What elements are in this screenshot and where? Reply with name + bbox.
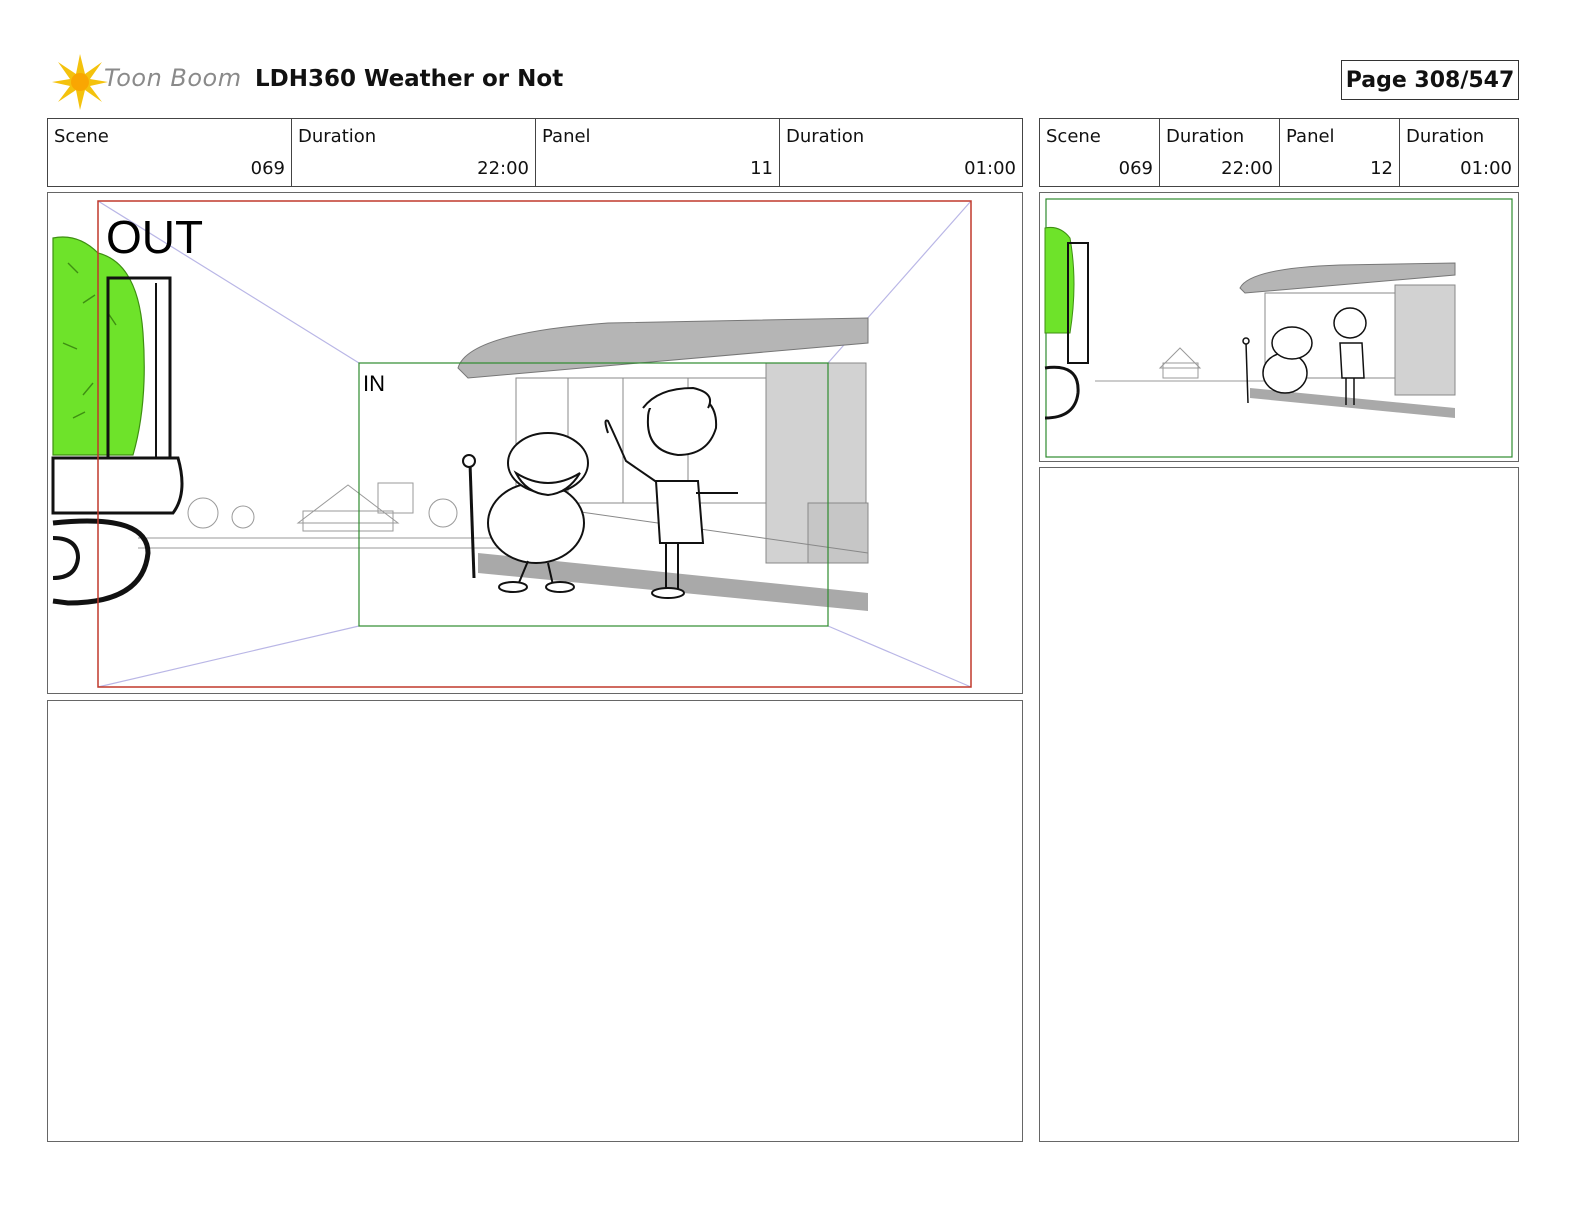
duration-label: Duration [298,126,377,147]
panel-label: Panel [1286,126,1335,147]
scene-label: Scene [54,126,109,147]
duration-value: 01:00 [1460,158,1512,179]
panel-12-drawing [1044,198,1513,458]
scene-cell: Scene 069 [1040,119,1160,186]
document-title: LDH360 Weather or Not [255,66,564,92]
storyboard-frame-panel-11: OUT IN [47,192,1023,694]
scene-duration-cell: Duration 22:00 [1160,119,1280,186]
page-indicator: Page 308/547 [1341,60,1519,100]
panel-cell: Panel 11 [536,119,780,186]
scene-value: 069 [250,158,285,179]
duration-value: 22:00 [477,158,529,179]
notes-area-panel-11 [47,700,1023,1142]
duration-label: Duration [1406,126,1485,147]
scene-label: Scene [1046,126,1101,147]
panel-value: 11 [750,158,773,179]
storyboard-frame-panel-12 [1039,192,1519,462]
duration-value: 01:00 [964,158,1016,179]
scene-value: 069 [1118,158,1153,179]
logo-text: Toon Boom [104,64,242,92]
panel-duration-cell: Duration 01:00 [1400,119,1518,186]
panel-cell: Panel 12 [1280,119,1400,186]
in-label: IN [363,371,385,396]
panel-info-left: Scene 069 Duration 22:00 Panel 11 Durati… [47,118,1023,187]
panel-value: 12 [1370,158,1393,179]
page-number: Page 308/547 [1345,67,1515,93]
panel-11-drawing: OUT IN [51,200,972,688]
panel-label: Panel [542,126,591,147]
panel-duration-cell: Duration 01:00 [780,119,1022,186]
duration-label: Duration [786,126,865,147]
notes-area-panel-12 [1039,467,1519,1142]
scene-duration-cell: Duration 22:00 [292,119,536,186]
panel-info-right: Scene 069 Duration 22:00 Panel 12 Durati… [1039,118,1519,187]
out-label: OUT [106,211,203,263]
duration-value: 22:00 [1221,158,1273,179]
scene-cell: Scene 069 [48,119,292,186]
duration-label: Duration [1166,126,1245,147]
starburst-icon [52,54,108,110]
